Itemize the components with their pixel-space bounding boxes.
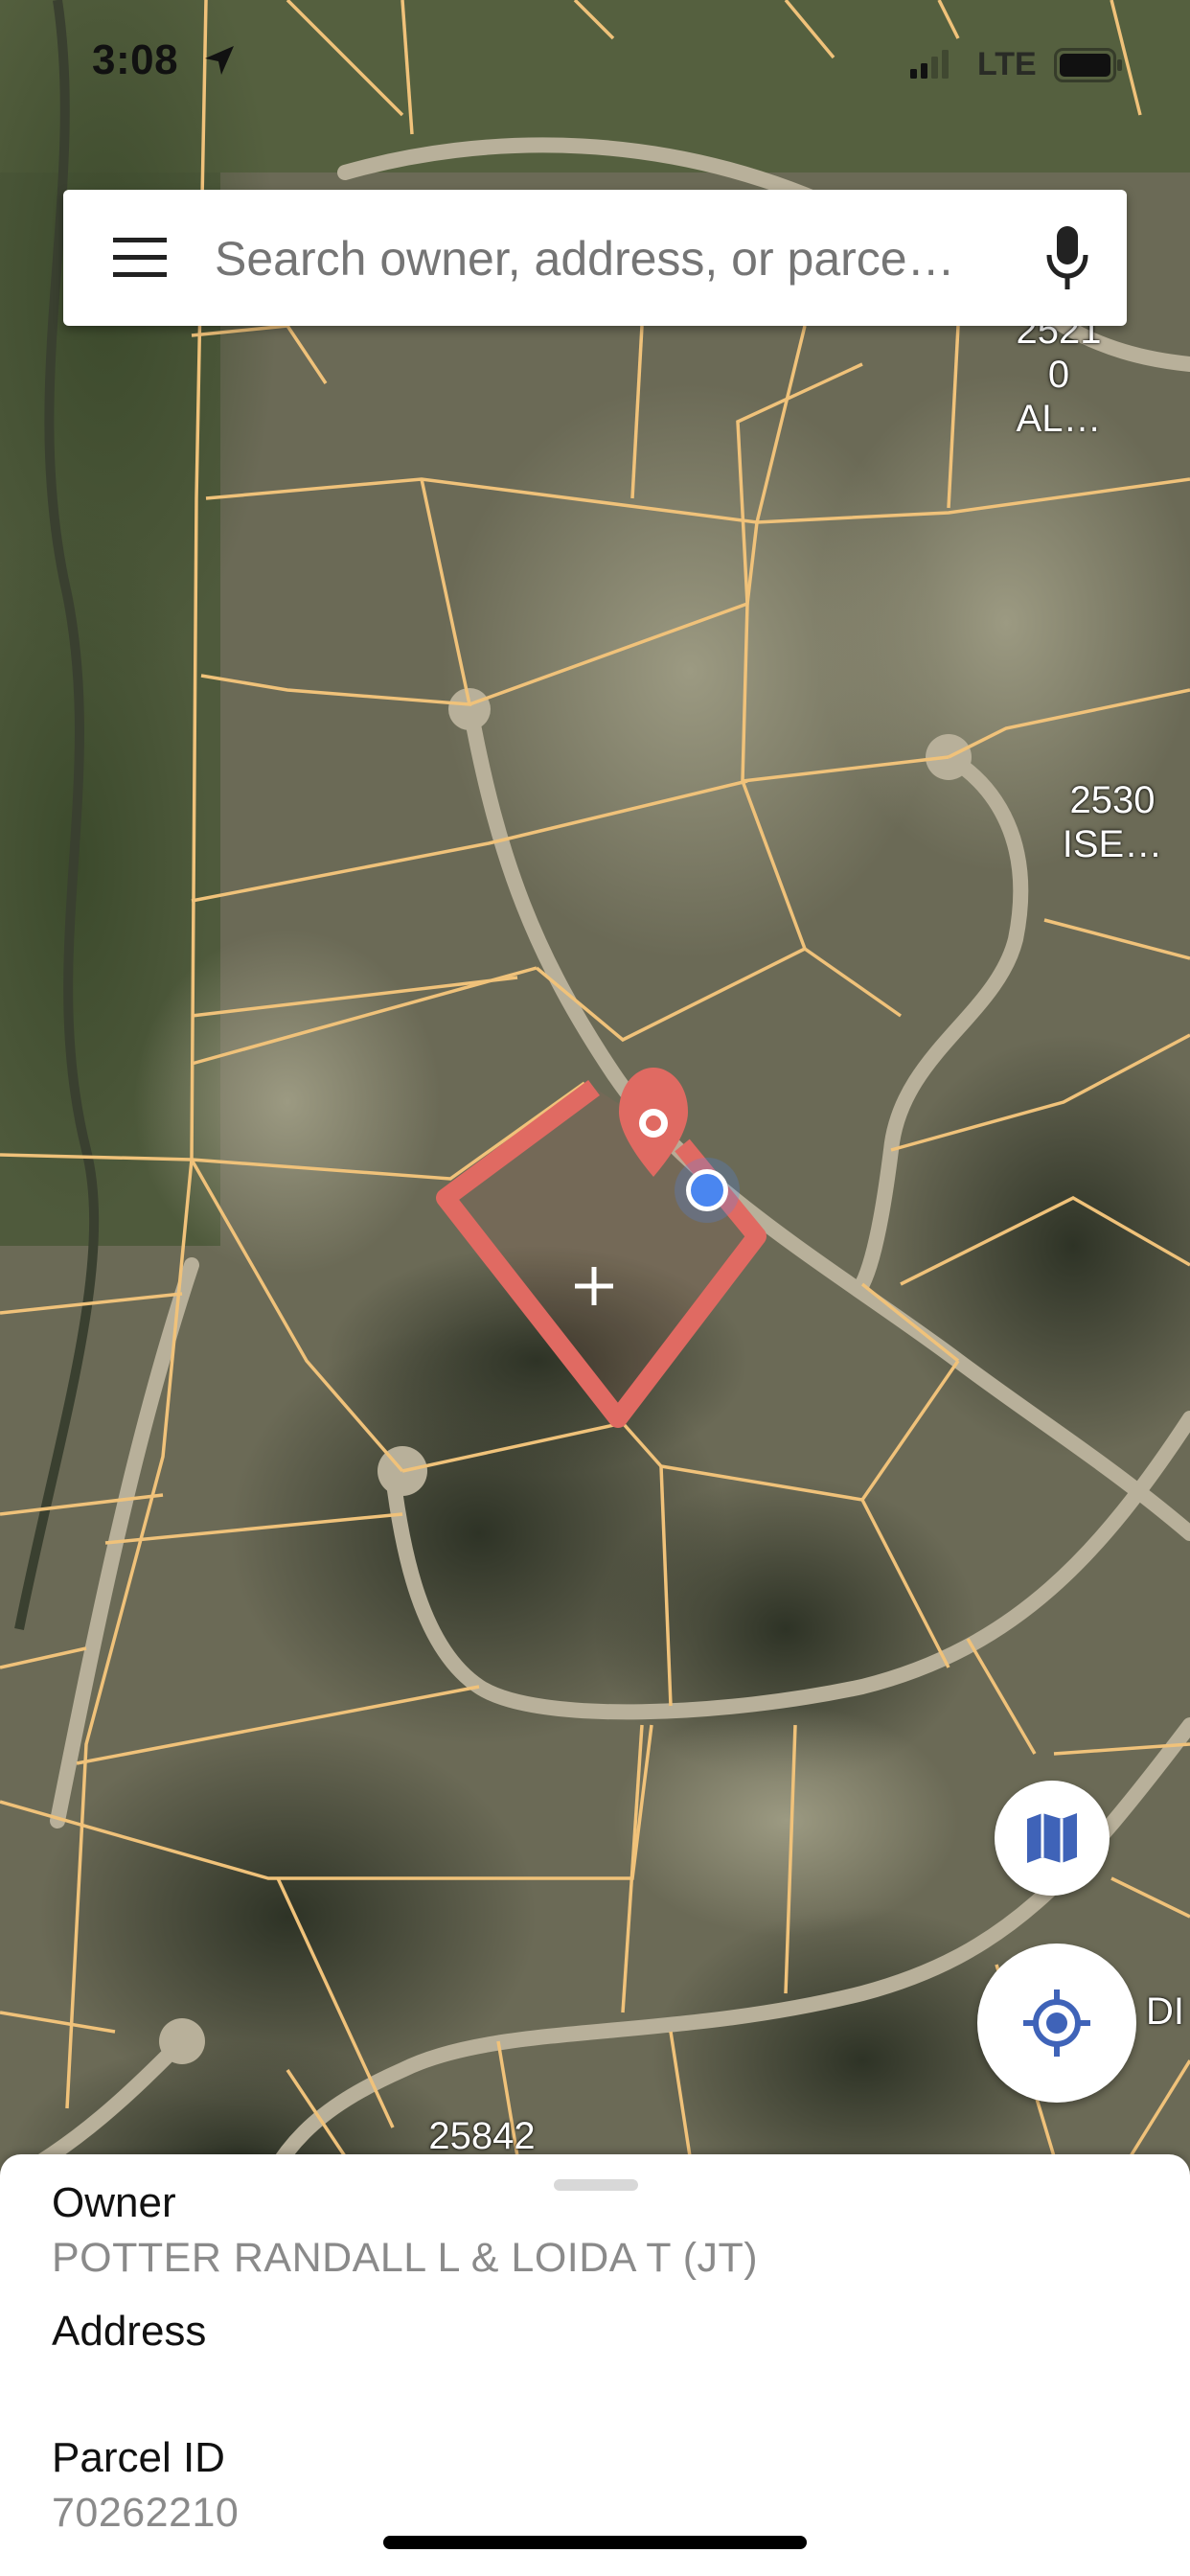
signal-icon [910,50,949,79]
locate-icon [1023,1990,1090,2057]
parcel-id-value: 70262210 [52,2490,240,2536]
app-root: 2521 0 AL… 2530 ISE… 25842 DI 3:08 LTE S… [0,0,1190,2576]
owner-value: POTTER RANDALL L & LOIDA T (JT) [52,2235,759,2281]
cul-de-sac [159,2018,205,2064]
open-ground [613,1706,958,1936]
mic-icon[interactable] [1044,224,1090,291]
map-type-icon [1027,1813,1077,1863]
map-type-button[interactable] [995,1781,1110,1896]
status-time: 3:08 [92,36,179,83]
menu-icon[interactable] [113,238,167,278]
address-label: Address [52,2308,207,2355]
locate-me-button[interactable] [977,1944,1136,2103]
parcel-details-sheet[interactable]: Owner POTTER RANDALL L & LOIDA T (JT) Ad… [0,2154,1190,2576]
map-label-address: DI [1146,1990,1184,2033]
network-type: LTE [977,46,1037,82]
map-label-address: 2530 ISE… [1062,779,1163,865]
search-input[interactable] [213,224,1041,293]
home-indicator[interactable] [383,2536,807,2549]
cul-de-sac [448,688,491,730]
sheet-drag-handle[interactable] [554,2179,638,2191]
map-label-address: 2521 0 AL… [1016,310,1102,440]
user-location-dot [675,1158,740,1223]
location-arrow-icon [205,46,234,75]
parcel-id-label: Parcel ID [52,2434,225,2481]
battery-icon [1054,48,1122,82]
status-bar: 3:08 LTE [0,0,1190,126]
owner-label: Owner [52,2179,176,2226]
open-ground [134,930,441,1275]
map-label-address: 25842 [428,2115,536,2157]
search-bar [63,190,1127,326]
